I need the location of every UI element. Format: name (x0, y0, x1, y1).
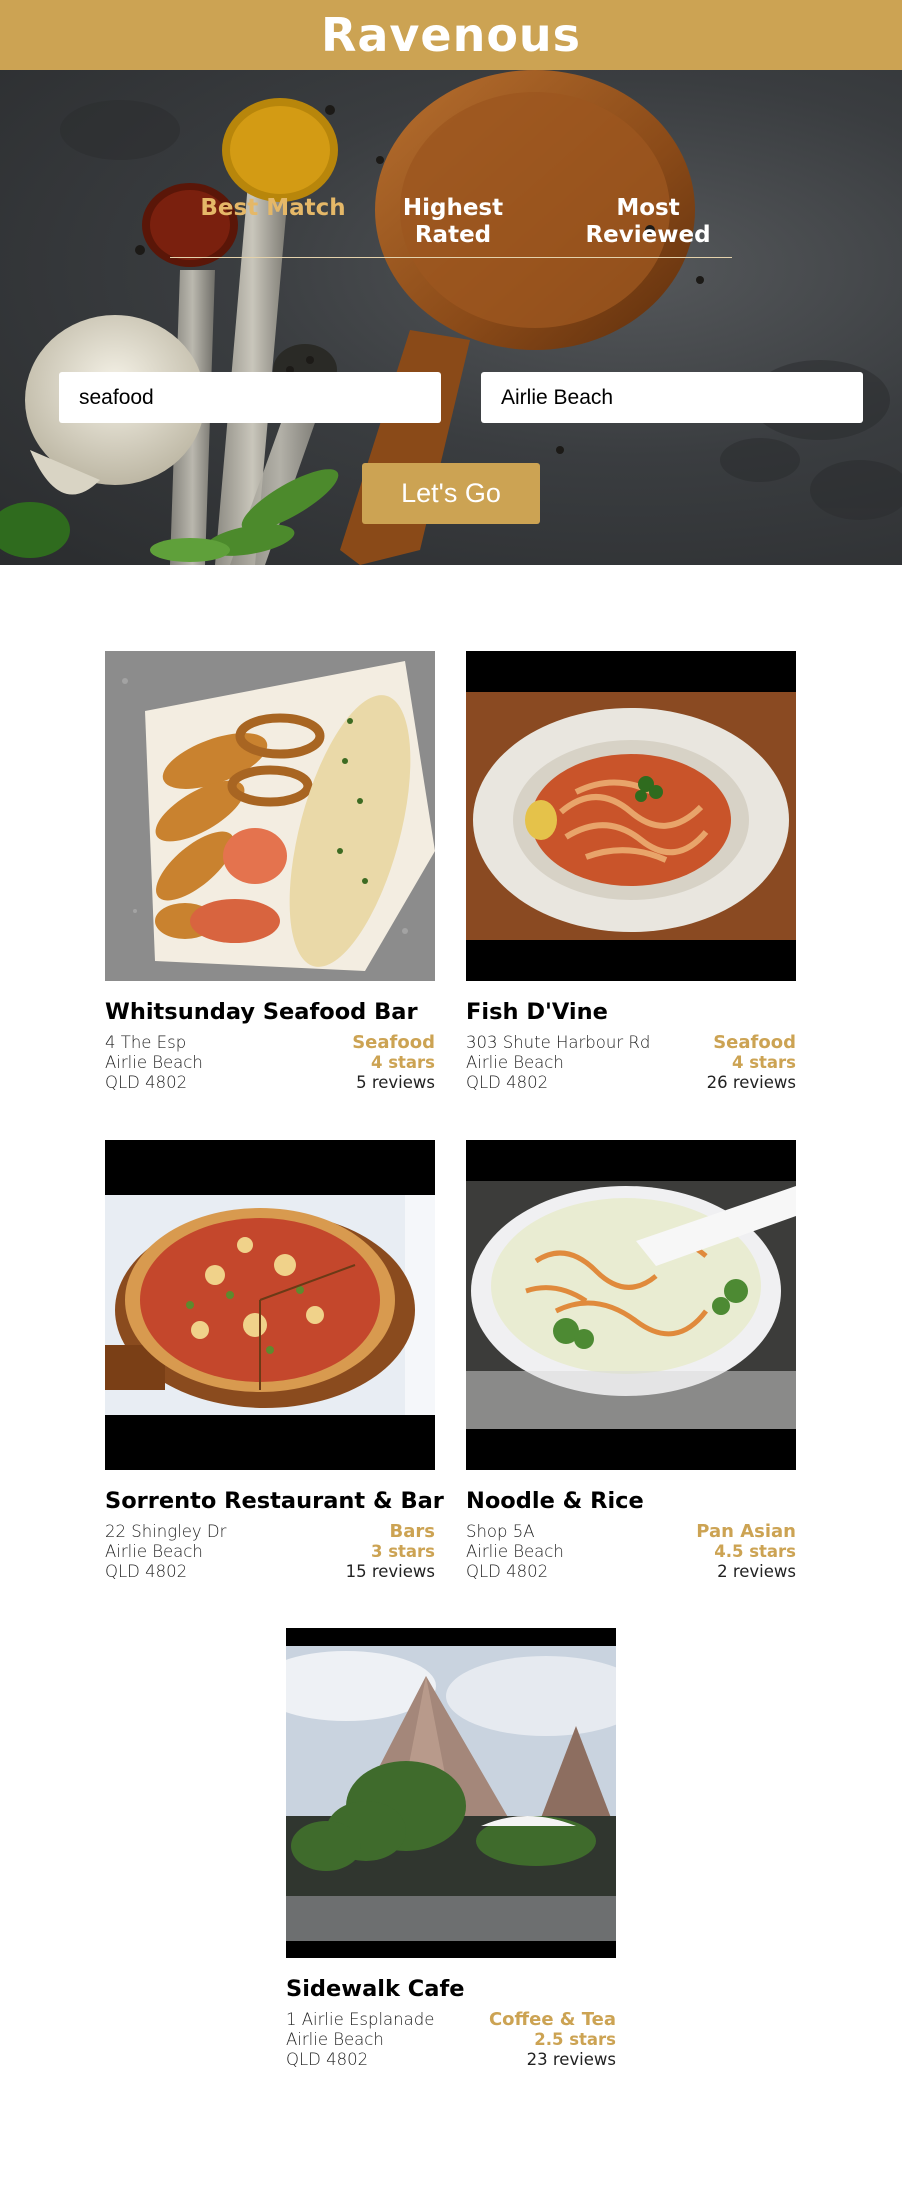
business-name: Sidewalk Cafe (286, 1976, 465, 2002)
brand-title: Ravenous (320, 8, 582, 62)
address-state-zip: QLD 4802 (466, 1073, 549, 1092)
address-street: Shop 5A (466, 1522, 535, 1541)
app-header: Ravenous (0, 0, 902, 70)
business-name: Whitsunday Seafood Bar (105, 999, 418, 1025)
search-location-input[interactable] (481, 372, 863, 423)
business-review-count: 23 reviews (526, 2050, 616, 2069)
business-address: Shop 5A Airlie Beach QLD 4802 (466, 1522, 564, 1582)
business-address: 303 Shute Harbour Rd Airlie Beach QLD 48… (466, 1033, 650, 1093)
business-info: 22 Shingley Dr Airlie Beach QLD 4802 Bar… (105, 1522, 435, 1582)
business-review-count: 15 reviews (345, 1562, 435, 1581)
business-category: Bars (389, 1521, 435, 1542)
address-street: 303 Shute Harbour Rd (466, 1033, 651, 1052)
business-review-count: 5 reviews (356, 1073, 435, 1092)
business-meta: Seafood 4 stars 26 reviews (707, 1033, 796, 1093)
business-card[interactable]: Whitsunday Seafood Bar 4 The Esp Airlie … (105, 651, 435, 1093)
business-card[interactable]: Sidewalk Cafe 1 Airlie Esplanade Airlie … (286, 1628, 616, 2070)
address-city: Airlie Beach (466, 1053, 564, 1072)
search-hero: Best Match Highest Rated Most Reviewed L… (0, 70, 902, 565)
sort-option-best-match[interactable]: Best Match (193, 195, 353, 222)
business-photo (286, 1628, 616, 1958)
business-card[interactable]: Noodle & Rice Shop 5A Airlie Beach QLD 4… (466, 1140, 796, 1582)
business-review-count: 26 reviews (706, 1073, 796, 1092)
business-category: Seafood (352, 1032, 435, 1053)
address-state-zip: QLD 4802 (286, 2050, 369, 2069)
sort-options-underline (170, 257, 732, 258)
business-address: 1 Airlie Esplanade Airlie Beach QLD 4802 (286, 2010, 434, 2070)
address-state-zip: QLD 4802 (105, 1073, 188, 1092)
business-address: 4 The Esp Airlie Beach QLD 4802 (105, 1033, 203, 1093)
business-name: Fish D'Vine (466, 999, 608, 1025)
address-city: Airlie Beach (286, 2030, 384, 2049)
business-info: 4 The Esp Airlie Beach QLD 4802 Seafood … (105, 1033, 435, 1093)
business-info: 303 Shute Harbour Rd Airlie Beach QLD 48… (466, 1033, 796, 1093)
business-category: Seafood (713, 1032, 796, 1053)
address-street: 22 Shingley Dr (105, 1522, 227, 1541)
business-rating: 4.5 stars (714, 1542, 796, 1561)
business-category: Pan Asian (696, 1521, 796, 1542)
business-name: Sorrento Restaurant & Bar (105, 1488, 444, 1514)
business-info: 1 Airlie Esplanade Airlie Beach QLD 4802… (286, 2010, 616, 2070)
search-term-input[interactable] (59, 372, 441, 423)
business-rating: 4 stars (370, 1053, 435, 1072)
sort-options: Best Match Highest Rated Most Reviewed (170, 195, 732, 328)
business-photo (466, 651, 796, 981)
business-category: Coffee & Tea (488, 2009, 616, 2030)
business-name: Noodle & Rice (466, 1488, 644, 1514)
sort-option-highest-rated[interactable]: Highest Rated (373, 195, 533, 249)
business-meta: Pan Asian 4.5 stars 2 reviews (696, 1522, 796, 1582)
business-rating: 2.5 stars (534, 2030, 616, 2049)
business-address: 22 Shingley Dr Airlie Beach QLD 4802 (105, 1522, 226, 1582)
business-photo (105, 1140, 435, 1470)
address-city: Airlie Beach (466, 1542, 564, 1561)
business-rating: 4 stars (731, 1053, 796, 1072)
address-street: 4 The Esp (105, 1033, 187, 1052)
address-state-zip: QLD 4802 (105, 1562, 188, 1581)
business-meta: Coffee & Tea 2.5 stars 23 reviews (489, 2010, 616, 2070)
address-state-zip: QLD 4802 (466, 1562, 549, 1581)
business-card[interactable]: Fish D'Vine 303 Shute Harbour Rd Airlie … (466, 651, 796, 1093)
business-card[interactable]: Sorrento Restaurant & Bar 22 Shingley Dr… (105, 1140, 444, 1582)
address-city: Airlie Beach (105, 1053, 203, 1072)
business-photo (466, 1140, 796, 1470)
business-review-count: 2 reviews (717, 1562, 796, 1581)
business-info: Shop 5A Airlie Beach QLD 4802 Pan Asian … (466, 1522, 796, 1582)
business-rating: 3 stars (370, 1542, 435, 1561)
business-photo (105, 651, 435, 981)
business-meta: Seafood 4 stars 5 reviews (352, 1033, 435, 1093)
address-street: 1 Airlie Esplanade (286, 2010, 435, 2029)
address-city: Airlie Beach (105, 1542, 203, 1561)
sort-option-most-reviewed[interactable]: Most Reviewed (568, 195, 728, 249)
search-submit-button[interactable]: Let's Go (362, 463, 540, 524)
business-meta: Bars 3 stars 15 reviews (346, 1522, 435, 1582)
